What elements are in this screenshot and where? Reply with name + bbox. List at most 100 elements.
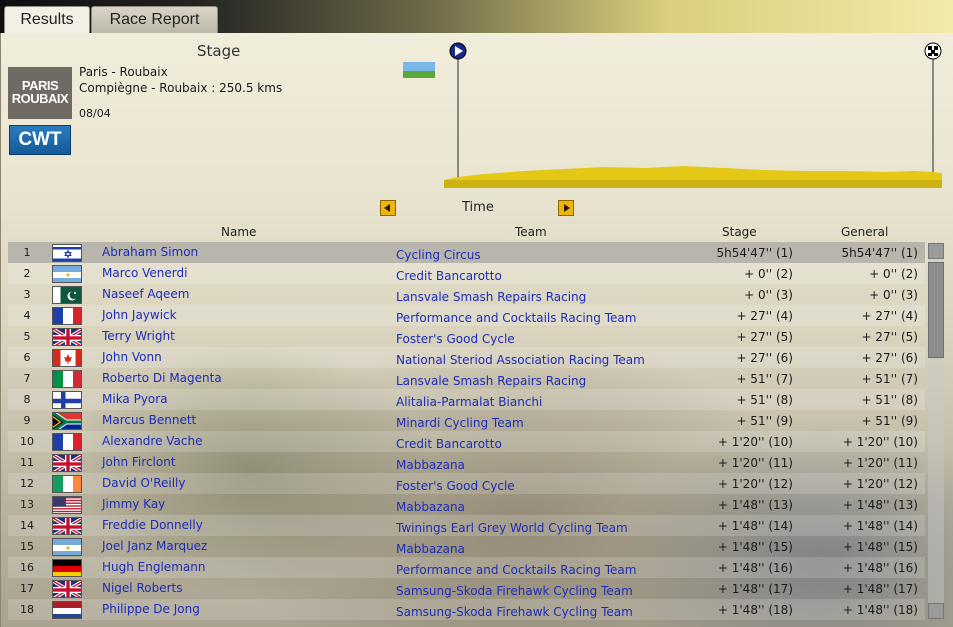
- usa-flag-icon: [52, 496, 82, 514]
- israel-flag-icon: [52, 244, 82, 262]
- rider-name-link[interactable]: Nigel Roberts: [102, 581, 183, 595]
- stage-time-cell: + 1'20'' (12): [717, 477, 793, 491]
- table-row[interactable]: 17 Nigel Roberts Samsung-Skoda Firehawk Cy…: [8, 578, 925, 599]
- tab-race-report[interactable]: Race Report: [91, 6, 218, 33]
- table-row[interactable]: 3 Naseef Aqeem Lansvale Smash Repairs Raci…: [8, 284, 925, 305]
- rider-name-link[interactable]: Jimmy Kay: [102, 497, 165, 511]
- table-row[interactable]: 2 Marco Venerdi Credit Bancarotto + 0'' (2)…: [8, 263, 925, 284]
- rider-name-link[interactable]: John Vonn: [102, 350, 162, 364]
- table-row[interactable]: 13 Jimmy Kay Mabbazana + 1'48'' (13) + 1'48'…: [8, 494, 925, 515]
- column-header-name[interactable]: Name: [221, 225, 256, 239]
- team-name-link[interactable]: Mabbazana: [396, 542, 465, 556]
- general-time-cell: + 1'48'' (15): [842, 540, 918, 554]
- rider-name-link[interactable]: Roberto Di Magenta: [102, 371, 222, 385]
- argentina-flag-icon: [52, 538, 82, 556]
- team-name-link[interactable]: Samsung-Skoda Firehawk Cycling Team: [396, 605, 633, 619]
- team-name-link[interactable]: Mabbazana: [396, 458, 465, 472]
- rank-cell: 8: [23, 393, 31, 406]
- stage-time-cell: + 1'48'' (13): [717, 498, 793, 512]
- general-time-cell: + 1'48'' (14): [842, 519, 918, 533]
- rider-name-link[interactable]: Marcus Bennett: [102, 413, 196, 427]
- results-table: 1 Abraham Simon Cycling Circus 5h54'47'' (1…: [8, 242, 925, 620]
- canada-flag-icon: [52, 349, 82, 367]
- stage-time-cell: + 51'' (7): [736, 372, 793, 386]
- table-row[interactable]: 15 Joel Janz Marquez Mabbazana + 1'48'' (15…: [8, 536, 925, 557]
- team-name-link[interactable]: Foster's Good Cycle: [396, 332, 515, 346]
- general-time-cell: + 0'' (3): [869, 288, 918, 302]
- column-header-general[interactable]: General: [841, 225, 888, 239]
- rank-cell: 6: [23, 351, 31, 364]
- stage-time-cell: + 51'' (8): [736, 393, 793, 407]
- rank-cell: 12: [20, 477, 34, 490]
- rider-name-link[interactable]: Freddie Donnelly: [102, 518, 203, 532]
- table-row[interactable]: 14 Freddie Donnelly Twinings Earl Grey Wor…: [8, 515, 925, 536]
- general-time-cell: + 1'48'' (17): [842, 582, 918, 596]
- race-logo: PARIS ROUBAIX: [8, 67, 72, 119]
- rider-name-link[interactable]: Terry Wright: [102, 329, 175, 343]
- table-row[interactable]: 16 Hugh Englemann Performance and Cocktail…: [8, 557, 925, 578]
- table-row[interactable]: 10 Alexandre Vache Credit Bancarotto + 1'20…: [8, 431, 925, 452]
- team-name-link[interactable]: Samsung-Skoda Firehawk Cycling Team: [396, 584, 633, 598]
- rider-name-link[interactable]: David O'Reilly: [102, 476, 186, 490]
- team-name-link[interactable]: Mabbazana: [396, 500, 465, 514]
- team-name-link[interactable]: Credit Bancarotto: [396, 437, 502, 451]
- rank-cell: 5: [23, 330, 31, 343]
- team-name-link[interactable]: Lansvale Smash Repairs Racing: [396, 374, 586, 388]
- scroll-down-button[interactable]: [928, 603, 944, 619]
- rank-cell: 18: [20, 603, 34, 616]
- general-time-cell: + 27'' (4): [861, 309, 918, 323]
- stage-time-cell: + 1'48'' (15): [717, 540, 793, 554]
- team-name-link[interactable]: Credit Bancarotto: [396, 269, 502, 283]
- rank-cell: 3: [23, 288, 31, 301]
- stage-time-cell: + 51'' (9): [736, 414, 793, 428]
- table-row[interactable]: 12 David O'Reilly Foster's Good Cycle + 1'2…: [8, 473, 925, 494]
- team-name-link[interactable]: Minardi Cycling Team: [396, 416, 524, 430]
- stage-time-cell: + 1'48'' (17): [717, 582, 793, 596]
- uk-flag-icon: [52, 454, 82, 472]
- table-row[interactable]: 11 John Firclont Mabbazana + 1'20'' (11) + 1…: [8, 452, 925, 473]
- stage-time-cell: + 1'48'' (14): [717, 519, 793, 533]
- rider-name-link[interactable]: John Jaywick: [102, 308, 177, 322]
- table-row[interactable]: 7 Roberto Di Magenta Lansvale Smash Repair…: [8, 368, 925, 389]
- table-row[interactable]: 4 John Jaywick Performance and Cocktails R…: [8, 305, 925, 326]
- rank-cell: 13: [20, 498, 34, 511]
- rank-cell: 7: [23, 372, 31, 385]
- rider-name-link[interactable]: Joel Janz Marquez: [102, 539, 207, 553]
- rider-name-link[interactable]: Marco Venerdi: [102, 266, 187, 280]
- rider-name-link[interactable]: Hugh Englemann: [102, 560, 205, 574]
- team-name-link[interactable]: National Steriod Association Racing Team: [396, 353, 645, 367]
- team-name-link[interactable]: Alitalia-Parmalat Bianchi: [396, 395, 542, 409]
- rider-name-link[interactable]: John Firclont: [102, 455, 176, 469]
- team-name-link[interactable]: Lansvale Smash Repairs Racing: [396, 290, 586, 304]
- column-header-stage[interactable]: Stage: [722, 225, 757, 239]
- rank-cell: 9: [23, 414, 31, 427]
- table-row[interactable]: 18 Philippe De Jong Samsung-Skoda Firehawk…: [8, 599, 925, 620]
- rider-name-link[interactable]: Alexandre Vache: [102, 434, 202, 448]
- team-name-link[interactable]: Foster's Good Cycle: [396, 479, 515, 493]
- team-name-link[interactable]: Performance and Cocktails Racing Team: [396, 563, 636, 577]
- tab-results[interactable]: Results: [4, 6, 90, 33]
- table-row[interactable]: 6 John Vonn National Steriod Association R…: [8, 347, 925, 368]
- rider-name-link[interactable]: Naseef Aqeem: [102, 287, 189, 301]
- rider-name-link[interactable]: Abraham Simon: [102, 245, 198, 259]
- scrollbar-thumb[interactable]: [928, 262, 944, 358]
- column-header-team[interactable]: Team: [515, 225, 547, 239]
- rank-cell: 14: [20, 519, 34, 532]
- team-name-link[interactable]: Twinings Earl Grey World Cycling Team: [396, 521, 628, 535]
- general-time-cell: + 1'48'' (13): [842, 498, 918, 512]
- general-time-cell: + 1'20'' (10): [842, 435, 918, 449]
- rider-name-link[interactable]: Philippe De Jong: [102, 602, 200, 616]
- general-time-cell: + 1'20'' (11): [842, 456, 918, 470]
- previous-ranking-button[interactable]: [380, 200, 396, 216]
- rider-name-link[interactable]: Mika Pyora: [102, 392, 168, 406]
- table-row[interactable]: 1 Abraham Simon Cycling Circus 5h54'47'' (1…: [8, 242, 925, 263]
- next-ranking-button[interactable]: [558, 200, 574, 216]
- table-row[interactable]: 8 Mika Pyora Alitalia-Parmalat Bianchi + 51…: [8, 389, 925, 410]
- general-time-cell: + 27'' (5): [861, 330, 918, 344]
- general-time-cell: + 27'' (6): [861, 351, 918, 365]
- table-row[interactable]: 9 Marcus Bennett Minardi Cycling Team + 51'…: [8, 410, 925, 431]
- scroll-up-button[interactable]: [928, 243, 944, 259]
- table-row[interactable]: 5 Terry Wright Foster's Good Cycle + 27'' (…: [8, 326, 925, 347]
- team-name-link[interactable]: Performance and Cocktails Racing Team: [396, 311, 636, 325]
- team-name-link[interactable]: Cycling Circus: [396, 248, 481, 262]
